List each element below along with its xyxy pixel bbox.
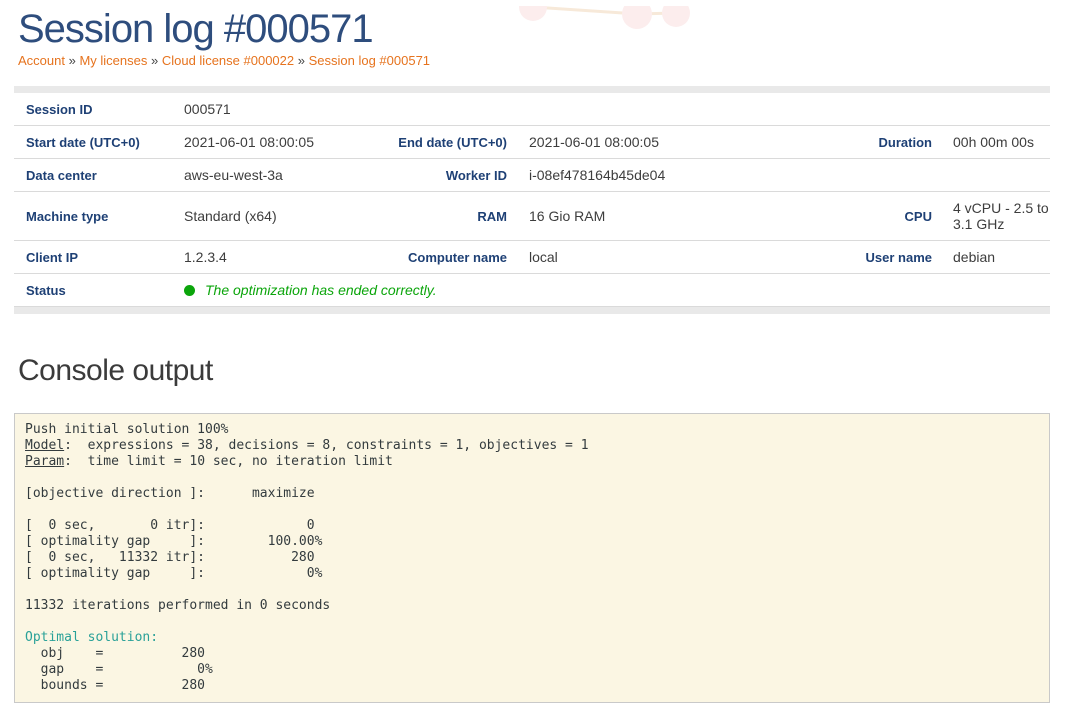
table-row-dates: Start date (UTC+0) 2021-06-01 08:00:05 E… xyxy=(14,126,1050,159)
table-header-bar xyxy=(14,86,1050,93)
cpu-label: CPU xyxy=(796,192,932,241)
console-line xyxy=(25,614,1039,630)
breadcrumb-separator: » xyxy=(147,53,161,68)
console-line: [ 0 sec, 11332 itr]: 280 xyxy=(25,550,1039,566)
client-ip-label: Client IP xyxy=(14,241,184,274)
table-footer-bar xyxy=(14,307,1050,315)
console-line: Push initial solution 100% xyxy=(25,422,1039,438)
breadcrumb-link[interactable]: Cloud license #000022 xyxy=(162,53,294,68)
console-line: Param: time limit = 10 sec, no iteration… xyxy=(25,454,1039,470)
console-line-keyword: Model xyxy=(25,438,64,453)
start-date-value: 2021-06-01 08:00:05 xyxy=(184,126,379,159)
worker-id-value: i-08ef478164b45de04 xyxy=(507,159,1050,192)
console-output-box: Push initial solution 100%Model: express… xyxy=(14,413,1050,703)
console-line: obj = 280 xyxy=(25,646,1039,662)
console-line: [ optimality gap ]: 0% xyxy=(25,566,1039,582)
session-id-label: Session ID xyxy=(14,93,184,126)
ram-label: RAM xyxy=(379,192,507,241)
status-cell: The optimization has ended correctly. xyxy=(184,274,1050,307)
console-line: [ 0 sec, 0 itr]: 0 xyxy=(25,518,1039,534)
console-line xyxy=(25,470,1039,486)
breadcrumb-link[interactable]: My licenses xyxy=(79,53,147,68)
session-id-value: 000571 xyxy=(184,93,1050,126)
duration-label: Duration xyxy=(796,126,932,159)
page-title: Session log #000571 xyxy=(18,6,1065,52)
breadcrumb: Account » My licenses » Cloud license #0… xyxy=(18,53,1065,68)
duration-value: 00h 00m 00s xyxy=(932,126,1050,159)
console-line: Optimal solution: xyxy=(25,630,1039,646)
console-output-heading: Console output xyxy=(18,354,1065,387)
console-line xyxy=(25,582,1039,598)
breadcrumb-link[interactable]: Session log #000571 xyxy=(309,53,430,68)
table-row-machine: Machine type Standard (x64) RAM 16 Gio R… xyxy=(14,192,1050,241)
console-line: 11332 iterations performed in 0 seconds xyxy=(25,598,1039,614)
status-ok-dot-icon xyxy=(184,285,195,296)
console-line-keyword: Param xyxy=(25,454,64,469)
machine-type-value: Standard (x64) xyxy=(184,192,379,241)
table-row-datacenter: Data center aws-eu-west-3a Worker ID i-0… xyxy=(14,159,1050,192)
breadcrumb-link[interactable]: Account xyxy=(18,53,65,68)
computer-name-label: Computer name xyxy=(379,241,507,274)
console-line: gap = 0% xyxy=(25,662,1039,678)
status-message: The optimization has ended correctly. xyxy=(205,282,437,298)
user-name-label: User name xyxy=(796,241,932,274)
status-label: Status xyxy=(14,274,184,307)
console-line: [ optimality gap ]: 100.00% xyxy=(25,534,1039,550)
worker-id-label: Worker ID xyxy=(379,159,507,192)
breadcrumb-separator: » xyxy=(65,53,79,68)
cpu-value: 4 vCPU - 2.5 to 3.1 GHz xyxy=(932,192,1050,241)
console-line xyxy=(25,502,1039,518)
end-date-value: 2021-06-01 08:00:05 xyxy=(507,126,796,159)
table-row-status: Status The optimization has ended correc… xyxy=(14,274,1050,307)
session-details-table: Session ID 000571 Start date (UTC+0) 202… xyxy=(14,86,1050,314)
end-date-label: End date (UTC+0) xyxy=(379,126,507,159)
console-line: [objective direction ]: maximize xyxy=(25,486,1039,502)
breadcrumb-separator: » xyxy=(294,53,308,68)
user-name-value: debian xyxy=(932,241,1050,274)
table-row-client: Client IP 1.2.3.4 Computer name local Us… xyxy=(14,241,1050,274)
data-center-value: aws-eu-west-3a xyxy=(184,159,379,192)
console-line: bounds = 280 xyxy=(25,678,1039,694)
computer-name-value: local xyxy=(507,241,796,274)
table-row-session-id: Session ID 000571 xyxy=(14,93,1050,126)
client-ip-value: 1.2.3.4 xyxy=(184,241,379,274)
start-date-label: Start date (UTC+0) xyxy=(14,126,184,159)
console-line: Model: expressions = 38, decisions = 8, … xyxy=(25,438,1039,454)
machine-type-label: Machine type xyxy=(14,192,184,241)
ram-value: 16 Gio RAM xyxy=(507,192,796,241)
data-center-label: Data center xyxy=(14,159,184,192)
